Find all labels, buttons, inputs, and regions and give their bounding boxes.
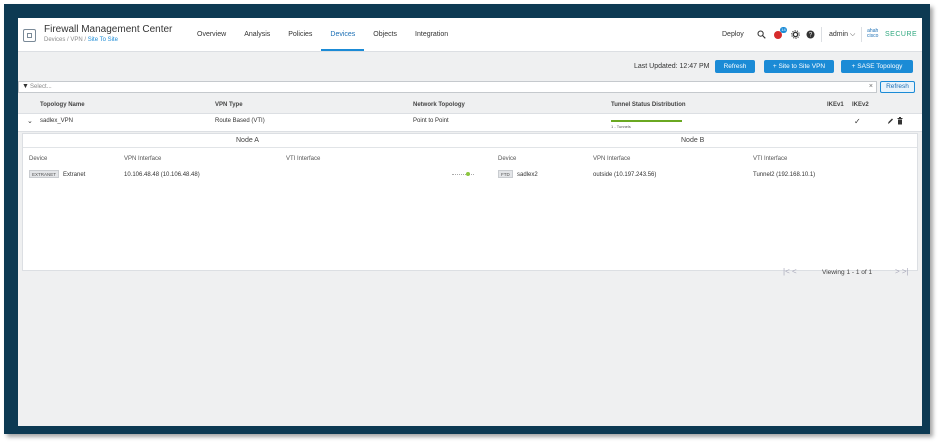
nav-objects[interactable]: Objects — [364, 18, 406, 51]
gear-icon[interactable] — [791, 30, 800, 41]
nav-overview[interactable]: Overview — [188, 18, 235, 51]
node-a-col-device: Device — [29, 156, 48, 162]
node-b-col-vti-interface: VTI Interface — [753, 156, 788, 162]
add-sase-topology-button[interactable]: + SASE Topology — [841, 60, 913, 73]
add-site-to-site-vpn-button[interactable]: + Site to Site VPN — [764, 60, 834, 73]
table-header: Topology Name VPN Type Network Topology … — [18, 100, 922, 112]
refresh-button[interactable]: Refresh — [715, 60, 755, 73]
header-divider — [861, 27, 862, 42]
header-divider — [821, 27, 822, 42]
main-nav: Overview Analysis Policies Devices Objec… — [188, 18, 457, 51]
breadcrumb-current[interactable]: Site To Site — [88, 37, 118, 43]
cisco-logo: ahah cisco — [867, 28, 879, 39]
filter-placeholder: Select... — [30, 84, 52, 90]
col-vpn-type[interactable]: VPN Type — [215, 102, 243, 108]
network-topology: Point to Point — [413, 118, 449, 124]
node-a-title: Node A — [236, 137, 259, 144]
nav-devices[interactable]: Devices — [321, 18, 365, 51]
pager-status: Viewing 1 - 1 of 1 — [822, 269, 873, 276]
chevron-down-icon[interactable]: ⌄ — [27, 117, 33, 125]
search-icon[interactable] — [757, 30, 766, 41]
col-ikev1[interactable]: IKEv1 — [827, 102, 844, 108]
funnel-icon: ▼ — [22, 83, 29, 90]
node-a-device-tag: EXTRANET — [29, 170, 60, 178]
col-topology-name[interactable]: Topology Name — [40, 102, 85, 108]
nav-analysis[interactable]: Analysis — [235, 18, 279, 51]
nav-integration[interactable]: Integration — [406, 18, 457, 51]
node-b-vpn-interface: outside (10.197.243.56) — [593, 172, 657, 178]
filter-refresh-button[interactable]: Refresh — [880, 81, 915, 93]
app-title: Firewall Management Center — [44, 24, 173, 35]
tunnel-status-bar — [611, 120, 682, 122]
clear-icon[interactable]: × — [869, 83, 873, 90]
col-network-topology[interactable]: Network Topology — [413, 102, 465, 108]
topology-name: sadlex_VPN — [40, 118, 74, 124]
edit-icon[interactable] — [887, 117, 894, 127]
last-updated: Last Updated: 12:47 PM — [634, 63, 710, 70]
delete-icon[interactable] — [897, 117, 903, 127]
node-header-divider — [23, 147, 917, 148]
node-b-title: Node B — [681, 137, 705, 144]
help-icon[interactable]: ? — [806, 30, 815, 41]
window-frame: Firewall Management Center Devices / VPN… — [4, 4, 930, 434]
breadcrumb-path[interactable]: Devices / VPN / — [44, 37, 88, 43]
deploy-button[interactable]: Deploy — [722, 31, 744, 38]
breadcrumb: Devices / VPN / Site To Site — [44, 37, 118, 43]
nav-policies[interactable]: Policies — [279, 18, 321, 51]
top-header: Firewall Management Center Devices / VPN… — [18, 18, 922, 52]
app-window: Firewall Management Center Devices / VPN… — [18, 18, 922, 426]
notification-count: 14 — [780, 27, 787, 33]
col-tunnel-status[interactable]: Tunnel Status Distribution — [611, 102, 686, 108]
brand-secure: SECURE — [885, 31, 918, 38]
node-a-col-vti-interface: VTI Interface — [286, 156, 321, 162]
node-b-device-tag: FTD — [498, 170, 513, 178]
node-b-vti-interface: Tunnel2 (192.168.10.1) — [753, 172, 816, 178]
tunnel-status-label: 1 - Tunnels — [611, 124, 631, 129]
node-a-col-vpn-interface: VPN Interface — [124, 156, 162, 162]
topology-detail-panel: Node A Node B Device VPN Interface VTI I… — [22, 133, 918, 276]
ikev2-check-icon: ✓ — [854, 117, 861, 126]
col-ikev2[interactable]: IKEv2 — [852, 102, 869, 108]
node-b-device-name[interactable]: sadlex2 — [517, 172, 538, 178]
filter-input[interactable]: ▼ Select... × — [18, 81, 877, 93]
tunnel-connection-line — [452, 174, 474, 175]
node-a-vpn-interface: 10.106.48.48 (10.106.48.48) — [124, 172, 200, 178]
pager-last-button[interactable]: > >| — [895, 267, 909, 276]
fmc-logo-icon — [23, 29, 36, 42]
node-a-device-name[interactable]: Extranet — [63, 172, 85, 178]
node-b-col-device: Device — [498, 156, 517, 162]
tunnel-status-dot — [466, 172, 470, 176]
pager-first-button[interactable]: |< < — [783, 267, 797, 276]
table-row[interactable]: ⌄ sadlex_VPN Route Based (VTI) Point to … — [18, 113, 922, 132]
user-menu[interactable]: admin ⌵ — [829, 31, 855, 39]
node-b-col-vpn-interface: VPN Interface — [593, 156, 631, 162]
vpn-type: Route Based (VTI) — [215, 118, 265, 124]
